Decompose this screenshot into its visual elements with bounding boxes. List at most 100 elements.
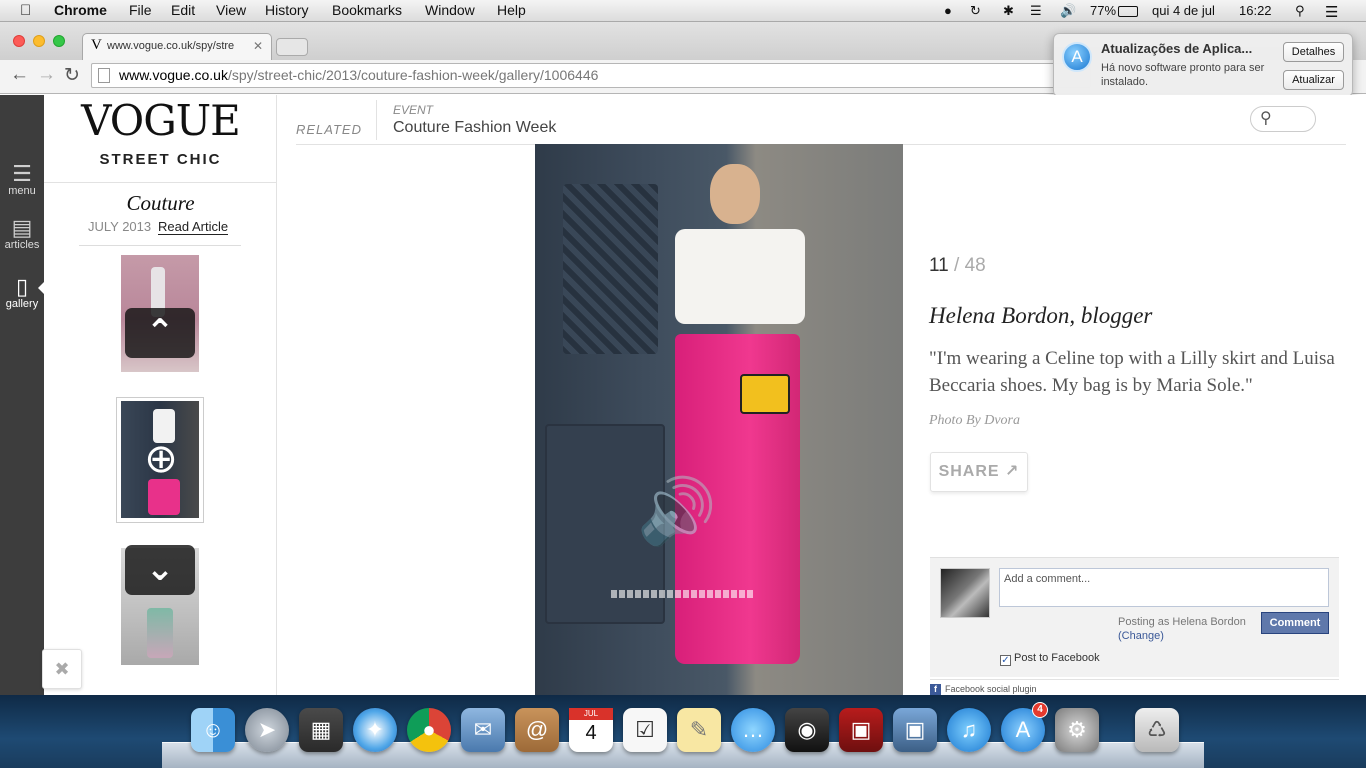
apple-menu-icon[interactable]:  (20, 2, 31, 19)
facebook-icon: f (930, 684, 941, 695)
nav-menu-label: menu (8, 185, 36, 197)
model-head (710, 164, 760, 224)
window-close-button[interactable] (13, 35, 25, 47)
search-icon: ⚲ (1260, 110, 1272, 127)
zoom-in-icon[interactable]: ⊕ (137, 435, 185, 483)
comment-button[interactable]: Comment (1261, 612, 1329, 634)
nav-articles[interactable]: ▤ articles (0, 217, 44, 252)
divider (44, 182, 277, 183)
mail-icon[interactable]: ✉ (461, 708, 505, 752)
close-panel-button[interactable]: ✖ (42, 649, 82, 689)
menu-bookmarks[interactable]: Bookmarks (332, 2, 402, 18)
address-bar[interactable]: www.vogue.co.uk/spy/street-chic/2013/cou… (91, 63, 1091, 88)
system-preferences-icon[interactable]: ⚙ (1055, 708, 1099, 752)
notification-center-icon[interactable]: ☰ (1325, 3, 1338, 21)
iphoto-icon[interactable]: ▣ (893, 708, 937, 752)
itunes-icon[interactable]: ♫ (947, 708, 991, 752)
related-event-bar: RELATED EVENT Couture Fashion Week ⚲ (296, 95, 1346, 145)
software-update-notification: A Atualizações de Aplica... Há novo soft… (1053, 33, 1353, 97)
finder-icon[interactable]: ☺ (191, 708, 235, 752)
nav-articles-label: articles (4, 239, 40, 251)
door-grille (563, 184, 658, 354)
trash-icon[interactable]: ♺ (1135, 708, 1179, 752)
calendar-month: JUL (569, 708, 613, 720)
time-machine-icon[interactable]: ↻ (970, 3, 981, 19)
mission-control-icon[interactable]: ▦ (299, 708, 343, 752)
menu-window[interactable]: Window (425, 2, 475, 18)
forward-button[interactable]: → (37, 64, 56, 86)
page-icon (98, 68, 110, 83)
contacts-icon[interactable]: @ (515, 708, 559, 752)
change-account-link[interactable]: (Change) (1118, 630, 1164, 642)
messages-icon[interactable]: … (731, 708, 775, 752)
audio-loading-icon: 🔊 (637, 475, 717, 547)
app-menu-chrome[interactable]: Chrome (54, 2, 107, 18)
posting-as-text: Posting as Helena Bordon (1118, 616, 1246, 628)
menu-help[interactable]: Help (497, 2, 526, 18)
left-nav-rail: ☰ menu ▤ articles ▯ gallery (0, 95, 45, 695)
tab-title: www.vogue.co.uk/spy/stre (107, 40, 235, 52)
scroll-up-button[interactable]: ⌃ (125, 308, 195, 358)
calendar-icon[interactable]: JUL 4 (569, 708, 613, 752)
menu-file[interactable]: File (129, 2, 152, 18)
window-zoom-button[interactable] (53, 35, 65, 47)
total-count: 48 (964, 255, 986, 276)
current-index: 11 (929, 255, 949, 276)
comment-input[interactable]: Add a comment... (999, 568, 1329, 607)
gallery-main-photo[interactable]: 🔊 (535, 144, 903, 695)
facetime-icon[interactable]: ◉ (785, 708, 829, 752)
browser-tab-active[interactable]: V www.vogue.co.uk/spy/stre ✕ (82, 33, 272, 60)
site-search-input[interactable]: ⚲ (1250, 106, 1316, 132)
nav-menu[interactable]: ☰ menu (0, 163, 44, 198)
post-to-facebook-checkbox[interactable]: ✓ (1000, 655, 1011, 666)
launchpad-icon[interactable]: ➤ (245, 708, 289, 752)
section-title[interactable]: STREET CHIC (44, 151, 277, 168)
photo-booth-icon[interactable]: ▣ (839, 708, 883, 752)
menu-history[interactable]: History (265, 2, 309, 18)
facebook-comments-box: Add a comment... Posting as Helena Bordo… (930, 557, 1339, 677)
evernote-status-icon[interactable]: ● (944, 3, 952, 18)
gallery-counter: 11 / 48 (929, 255, 986, 277)
share-button[interactable]: SHARE ↗ (930, 452, 1028, 492)
menubar-date[interactable]: qui 4 de jul (1152, 3, 1215, 18)
divider (376, 100, 377, 140)
chrome-icon[interactable]: ● (407, 708, 451, 752)
facebook-plugin-label[interactable]: Facebook social plugin (945, 684, 1037, 694)
scroll-down-button[interactable]: ⌄ (125, 545, 195, 595)
reload-button[interactable]: ↻ (64, 64, 80, 87)
notes-icon[interactable]: ✎ (677, 708, 721, 752)
calendar-day: 4 (585, 722, 597, 744)
back-button[interactable]: ← (10, 64, 29, 86)
menu-view[interactable]: View (216, 2, 246, 18)
menubar-time[interactable]: 16:22 (1239, 3, 1272, 18)
read-article-link[interactable]: Read Article (158, 219, 229, 235)
menu-edit[interactable]: Edit (171, 2, 195, 18)
safari-icon[interactable]: ✦ (353, 708, 397, 752)
wifi-icon[interactable]: ☰ (1030, 3, 1042, 19)
notification-message: Há novo software pronto para ser instala… (1101, 62, 1265, 88)
model-bag (740, 374, 790, 414)
photo-subject: Helena Bordon, blogger (929, 303, 1153, 328)
post-to-facebook-option[interactable]: ✓ Post to Facebook (1000, 652, 1100, 666)
reminders-icon[interactable]: ☑ (623, 708, 667, 752)
tab-close-icon[interactable]: ✕ (253, 39, 263, 53)
window-minimize-button[interactable] (33, 35, 45, 47)
details-button[interactable]: Detalhes (1283, 42, 1344, 62)
battery-icon[interactable] (1118, 6, 1138, 17)
vogue-logo[interactable]: VOGUE (44, 96, 277, 145)
update-button[interactable]: Atualizar (1283, 70, 1344, 90)
model-top (675, 229, 805, 324)
vogue-favicon-icon: V (91, 37, 102, 53)
volume-icon[interactable]: 🔊 (1060, 3, 1076, 19)
app-store-icon: A (1062, 42, 1092, 72)
battery-percent[interactable]: 77% (1090, 3, 1116, 18)
new-tab-button[interactable] (276, 38, 308, 56)
photo-quote: "I'm wearing a Celine top with a Lilly s… (929, 348, 1335, 396)
chevron-down-icon: ⌄ (145, 550, 175, 588)
event-link[interactable]: Couture Fashion Week (393, 119, 556, 137)
spotlight-search-icon[interactable]: ⚲ (1295, 3, 1305, 19)
article-date: JULY 2013 (88, 219, 152, 234)
thumbnail-figure-skirt (148, 479, 180, 515)
bluetooth-icon[interactable]: ✱ (1003, 3, 1014, 19)
app-store-update-badge: 4 (1032, 702, 1048, 718)
